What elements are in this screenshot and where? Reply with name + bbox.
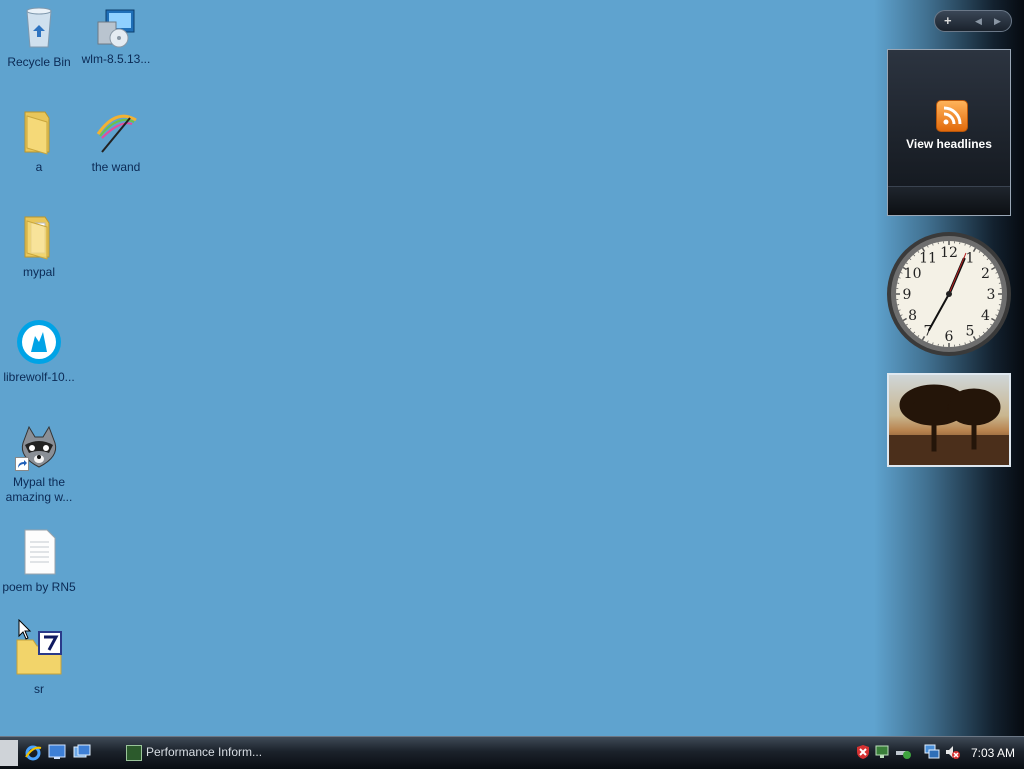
desktop-icon-recycle-bin[interactable]: Recycle Bin: [1, 3, 77, 70]
sidebar-controls: + ◀ ▶: [934, 10, 1012, 32]
show-desktop-icon[interactable]: [48, 744, 66, 760]
switch-windows-icon[interactable]: [73, 744, 91, 760]
folder-icon: [15, 213, 63, 261]
taskbar-button-performance[interactable]: Performance Inform...: [120, 739, 280, 766]
mypal-icon: [15, 423, 63, 471]
network-icon[interactable]: [875, 744, 891, 760]
installer-icon: [92, 0, 140, 48]
next-gadget-button[interactable]: ▶: [994, 16, 1001, 27]
clock-number: 3: [987, 287, 996, 303]
desktop-icon-label: Recycle Bin: [1, 55, 77, 70]
volume-muted-icon[interactable]: [944, 744, 960, 760]
shortcut-arrow-icon: [15, 457, 29, 471]
desktop-icon-label: mypal: [1, 265, 77, 280]
desktop-icon-folder-a[interactable]: a: [1, 108, 77, 175]
librewolf-icon: [15, 318, 63, 366]
clock-gadget[interactable]: 121234567891011: [886, 231, 1012, 357]
slideshow-gadget[interactable]: [887, 373, 1011, 467]
view-headlines-link[interactable]: View headlines: [888, 137, 1010, 151]
clock-number: 1: [966, 251, 975, 267]
clock-number: 11: [919, 251, 937, 267]
clock-number: 9: [903, 287, 912, 303]
prev-gadget-button[interactable]: ◀: [975, 16, 982, 27]
desktop-icon-label: wlm-8.5.13...: [78, 52, 154, 67]
internet-explorer-icon[interactable]: [24, 744, 42, 760]
add-gadget-button[interactable]: +: [944, 13, 952, 28]
clock-number: 12: [940, 245, 958, 261]
desktop-icon-label: a: [1, 160, 77, 175]
clock-number: 8: [908, 308, 917, 324]
recycle-bin-icon: [15, 3, 63, 51]
wireless-status-icon[interactable]: [895, 744, 911, 760]
feed-headlines-gadget[interactable]: View headlines: [887, 49, 1011, 216]
desktop-icon-label: Mypal the amazing w...: [1, 475, 77, 505]
mouse-cursor: [18, 619, 32, 644]
tree-photo: [889, 375, 1009, 465]
gadget-footer: [888, 186, 1010, 215]
text-file-icon: [15, 528, 63, 576]
taskbar: Performance Inform... 7:03 AM: [0, 736, 1024, 769]
start-button[interactable]: [0, 740, 18, 766]
security-alert-icon[interactable]: [855, 744, 871, 760]
rss-icon: [936, 100, 968, 132]
taskbar-clock[interactable]: 7:03 AM: [971, 737, 1015, 769]
desktop-icon-label: poem by RN5: [1, 580, 77, 595]
desktop-icon-poem[interactable]: poem by RN5: [1, 528, 77, 595]
desktop-icon-wlm-installer[interactable]: wlm-8.5.13...: [78, 0, 154, 67]
desktop-icon-mypal-shortcut[interactable]: Mypal the amazing w...: [1, 423, 77, 505]
desktop-icon-folder-mypal[interactable]: mypal: [1, 213, 77, 280]
clock-number: 2: [981, 266, 990, 282]
connection-icon[interactable]: [924, 744, 940, 760]
desktop-icon-label: the wand: [78, 160, 154, 175]
desktop-icon-sr[interactable]: sr: [1, 630, 77, 697]
desktop-icon-label: librewolf-10...: [1, 370, 77, 385]
desktop-icon-the-wand[interactable]: the wand: [78, 108, 154, 175]
clock-number: 6: [945, 329, 954, 345]
desktop-icon-librewolf[interactable]: librewolf-10...: [1, 318, 77, 385]
clock-number: 4: [981, 308, 990, 324]
performance-monitor-icon: [126, 745, 142, 761]
desktop-icon-label: sr: [1, 682, 77, 697]
folder-icon: [15, 108, 63, 156]
wand-icon: [92, 108, 140, 156]
clock-number: 10: [904, 266, 922, 282]
